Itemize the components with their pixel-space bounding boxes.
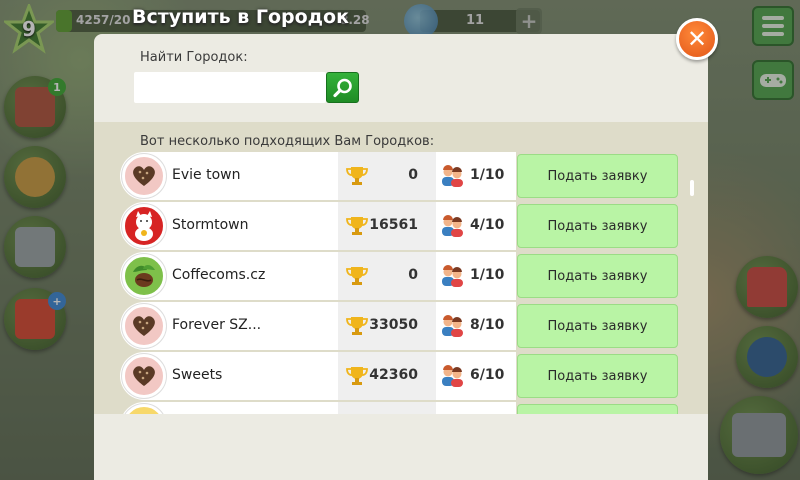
town-name: Sweets bbox=[172, 367, 223, 383]
town-name-cell: Stormtown bbox=[120, 202, 338, 250]
town-row: Forever SZ... 33050 8/10 Подать заявку bbox=[120, 302, 680, 350]
members-cell: 6/10 bbox=[436, 352, 516, 400]
trophy-icon bbox=[346, 167, 368, 185]
town-name: Evie town bbox=[172, 167, 241, 183]
town-avatar-icon bbox=[122, 404, 166, 414]
members-icon bbox=[442, 365, 463, 387]
heart-beans-avatar-icon bbox=[122, 154, 166, 198]
heart-beans-avatar-icon bbox=[122, 304, 166, 348]
trophy-icon bbox=[346, 267, 368, 285]
town-row: Stormtown 16561 4/10 Подать заявку bbox=[120, 202, 680, 250]
town-search-input[interactable] bbox=[134, 72, 326, 103]
trophy-cell: 33050 bbox=[338, 302, 436, 350]
town-trophies: 0 bbox=[408, 267, 418, 283]
list-scrollbar[interactable] bbox=[690, 180, 694, 196]
members-icon bbox=[442, 215, 463, 237]
town-name: Forever SZ... bbox=[172, 317, 262, 333]
trophy-icon bbox=[346, 367, 368, 385]
trophy-icon bbox=[346, 317, 368, 335]
coffee-leaf-avatar-icon bbox=[122, 254, 166, 298]
search-label: Найти Городок: bbox=[140, 50, 248, 65]
town-name: Stormtown bbox=[172, 217, 249, 233]
town-name-cell bbox=[120, 402, 338, 414]
members-icon bbox=[442, 165, 463, 187]
town-members: 4/10 bbox=[470, 217, 505, 233]
dialog-title: Вступить в Городок bbox=[132, 6, 349, 28]
town-list: Evie town 0 1/10 Подать заявку Stormtown… bbox=[120, 152, 680, 414]
town-trophies: 0 bbox=[408, 167, 418, 183]
town-name-cell: Coffecoms.cz bbox=[120, 252, 338, 300]
apply-button[interactable]: Подать заявку bbox=[517, 254, 678, 298]
search-button[interactable] bbox=[326, 72, 359, 103]
heart-icon bbox=[133, 316, 155, 336]
apply-button[interactable]: Подать заявку bbox=[517, 304, 678, 348]
list-caption: Вот несколько подходящих Вам Городков: bbox=[140, 134, 435, 149]
town-row: Coffecoms.cz 0 1/10 Подать заявку bbox=[120, 252, 680, 300]
members-cell: 8/10 bbox=[436, 302, 516, 350]
apply-button[interactable]: Подать заявку bbox=[517, 354, 678, 398]
trophy-cell: 42360 bbox=[338, 352, 436, 400]
members-cell: 1/10 bbox=[436, 152, 516, 200]
town-trophies: 42360 bbox=[369, 367, 418, 383]
lucky-cat-icon bbox=[135, 211, 153, 241]
close-button[interactable]: ✕ bbox=[676, 18, 718, 60]
members-cell: 1/10 bbox=[436, 252, 516, 300]
trophy-cell: 0 bbox=[338, 252, 436, 300]
town-row: Evie town 0 1/10 Подать заявку bbox=[120, 152, 680, 200]
town-name: Coffecoms.cz bbox=[172, 267, 266, 283]
town-trophies: 33050 bbox=[369, 317, 418, 333]
trophy-icon bbox=[346, 217, 368, 235]
town-members: 1/10 bbox=[470, 267, 505, 283]
trophy-cell: 16561 bbox=[338, 202, 436, 250]
town-name-cell: Evie town bbox=[120, 152, 338, 200]
town-name-cell: Sweets bbox=[120, 352, 338, 400]
town-trophies: 16561 bbox=[369, 217, 418, 233]
heart-icon bbox=[133, 366, 155, 386]
heart-beans-avatar-icon bbox=[122, 354, 166, 398]
close-icon: ✕ bbox=[686, 25, 708, 53]
members-cell bbox=[436, 402, 516, 414]
members-icon bbox=[442, 265, 463, 287]
coffee-bean-icon bbox=[133, 265, 155, 287]
heart-icon bbox=[133, 166, 155, 186]
town-name-cell: Forever SZ... bbox=[120, 302, 338, 350]
apply-button[interactable]: Подать заявку bbox=[517, 154, 678, 198]
lucky-cat-avatar-icon bbox=[122, 204, 166, 248]
apply-button[interactable]: Подать заявку bbox=[517, 204, 678, 248]
town-members: 1/10 bbox=[470, 167, 505, 183]
members-cell: 4/10 bbox=[436, 202, 516, 250]
members-icon bbox=[442, 315, 463, 337]
town-row: Sweets 42360 6/10 Подать заявку bbox=[120, 352, 680, 400]
town-members: 8/10 bbox=[470, 317, 505, 333]
apply-button[interactable] bbox=[517, 404, 678, 414]
trophy-cell bbox=[338, 402, 436, 414]
trophy-cell: 0 bbox=[338, 152, 436, 200]
search-icon bbox=[332, 78, 352, 97]
town-row-partial bbox=[120, 402, 680, 414]
town-members: 6/10 bbox=[470, 367, 505, 383]
